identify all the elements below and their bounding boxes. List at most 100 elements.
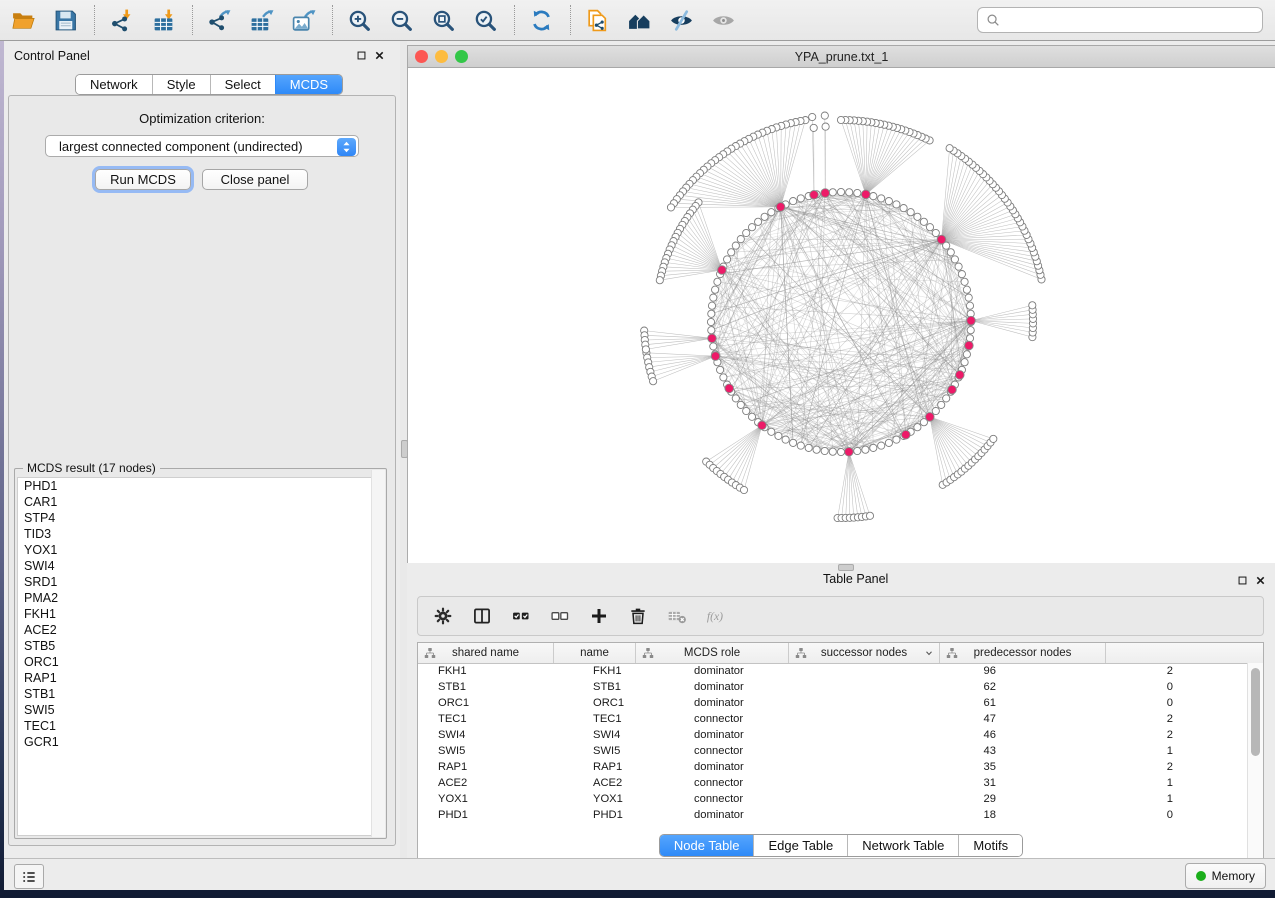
table-row[interactable]: SWI4SWI4dominator462 bbox=[418, 727, 1248, 743]
scrollbar-thumb[interactable] bbox=[1251, 668, 1260, 756]
table-cell: connector bbox=[674, 775, 846, 791]
column-header-predecessor-nodes[interactable]: predecessor nodes bbox=[940, 643, 1106, 663]
zoom-fit-button[interactable] bbox=[428, 5, 458, 35]
list-item[interactable]: SWI5 bbox=[18, 702, 383, 718]
vertical-splitter[interactable] bbox=[400, 41, 407, 858]
list-item[interactable]: PHD1 bbox=[18, 478, 383, 494]
list-item[interactable]: YOX1 bbox=[18, 542, 383, 558]
table-row[interactable]: PHD1PHD1dominator180 bbox=[418, 807, 1248, 823]
column-header-filler bbox=[1106, 643, 1263, 663]
save-icon bbox=[53, 8, 78, 33]
export-network-button[interactable] bbox=[204, 5, 234, 35]
list-item[interactable]: ORC1 bbox=[18, 654, 383, 670]
column-header-shared-name[interactable]: shared name bbox=[418, 643, 554, 663]
shared-column-icon bbox=[424, 647, 436, 659]
list-item[interactable]: STB5 bbox=[18, 638, 383, 654]
network-canvas[interactable] bbox=[408, 68, 1275, 563]
column-header-MCDS-role[interactable]: MCDS role bbox=[636, 643, 789, 663]
show-all-button[interactable] bbox=[708, 5, 738, 35]
table-cell: 1 bbox=[1008, 743, 1185, 759]
table-row[interactable]: STB1STB1dominator620 bbox=[418, 679, 1248, 695]
run-mcds-button[interactable]: Run MCDS bbox=[95, 169, 191, 190]
close-panel-icon[interactable] bbox=[1255, 575, 1266, 586]
list-item[interactable]: SRD1 bbox=[18, 574, 383, 590]
list-item[interactable]: STB1 bbox=[18, 686, 383, 702]
clone-network-button[interactable] bbox=[582, 5, 612, 35]
list-item[interactable]: CAR1 bbox=[18, 494, 383, 510]
table-row[interactable]: ACE2ACE2connector311 bbox=[418, 775, 1248, 791]
network-view[interactable] bbox=[407, 68, 1275, 563]
hide-selected-button[interactable] bbox=[666, 5, 696, 35]
open-button[interactable] bbox=[8, 5, 38, 35]
table-cell: dominator bbox=[674, 807, 846, 823]
memory-button[interactable]: Memory bbox=[1185, 863, 1266, 889]
list-item[interactable]: STP4 bbox=[18, 510, 383, 526]
tab-mcds[interactable]: MCDS bbox=[275, 75, 342, 94]
horizontal-splitter[interactable] bbox=[407, 563, 1275, 570]
list-item[interactable]: SWI4 bbox=[18, 558, 383, 574]
column-label: shared name bbox=[452, 647, 519, 659]
zoom-in-button[interactable] bbox=[344, 5, 374, 35]
add-column-button[interactable] bbox=[588, 606, 609, 627]
import-table-button[interactable] bbox=[148, 5, 178, 35]
import-network-button[interactable] bbox=[106, 5, 136, 35]
table-row[interactable]: RAP1RAP1dominator352 bbox=[418, 759, 1248, 775]
tab-motifs[interactable]: Motifs bbox=[958, 835, 1022, 856]
deselect-all-button[interactable] bbox=[549, 606, 570, 627]
table-cell: 1 bbox=[1008, 775, 1185, 791]
search-box[interactable] bbox=[977, 7, 1263, 33]
tab-network-table[interactable]: Network Table bbox=[847, 835, 958, 856]
table-row[interactable]: TEC1TEC1connector472 bbox=[418, 711, 1248, 727]
list-item[interactable]: TEC1 bbox=[18, 718, 383, 734]
float-panel-icon[interactable] bbox=[356, 50, 367, 61]
tab-edge-table[interactable]: Edge Table bbox=[753, 835, 847, 856]
tab-select[interactable]: Select bbox=[210, 75, 275, 94]
export-image-button[interactable] bbox=[288, 5, 318, 35]
table-cell: FKH1 bbox=[418, 663, 573, 679]
first-neighbors-button[interactable] bbox=[624, 5, 654, 35]
splitter-handle[interactable] bbox=[838, 564, 854, 571]
zoom-out-button[interactable] bbox=[386, 5, 416, 35]
export-table-icon bbox=[249, 8, 274, 33]
column-header-successor-nodes[interactable]: successor nodes bbox=[789, 643, 940, 663]
tab-style[interactable]: Style bbox=[152, 75, 210, 94]
list-item[interactable]: TID3 bbox=[18, 526, 383, 542]
save-button[interactable] bbox=[50, 5, 80, 35]
mcds-list-scrollbar[interactable] bbox=[371, 470, 385, 837]
delete-column-button[interactable] bbox=[627, 606, 648, 627]
list-item[interactable]: RAP1 bbox=[18, 670, 383, 686]
task-history-button[interactable] bbox=[14, 864, 44, 889]
table-options-button[interactable] bbox=[432, 606, 453, 627]
close-panel-icon[interactable] bbox=[374, 50, 385, 61]
delete-table-icon bbox=[667, 606, 687, 626]
table-cell: TEC1 bbox=[418, 711, 573, 727]
zoom-selected-button[interactable] bbox=[470, 5, 500, 35]
network-window-titlebar[interactable]: YPA_prune.txt_1 bbox=[407, 45, 1275, 68]
list-item[interactable]: GCR1 bbox=[18, 734, 383, 750]
table-cell: 96 bbox=[846, 663, 1008, 679]
tab-node-table[interactable]: Node Table bbox=[660, 835, 754, 856]
search-input[interactable] bbox=[1002, 9, 1262, 31]
column-header-name[interactable]: name bbox=[554, 643, 636, 663]
table-cell: 43 bbox=[846, 743, 1008, 759]
tab-network[interactable]: Network bbox=[76, 75, 152, 94]
delete-table-button[interactable] bbox=[666, 606, 687, 627]
refresh-button[interactable] bbox=[526, 5, 556, 35]
table-row[interactable]: SWI5SWI5connector431 bbox=[418, 743, 1248, 759]
list-item[interactable]: PMA2 bbox=[18, 590, 383, 606]
show-columns-button[interactable] bbox=[471, 606, 492, 627]
select-all-button[interactable] bbox=[510, 606, 531, 627]
mcds-result-list[interactable]: PHD1CAR1STP4TID3YOX1SWI4SRD1PMA2FKH1ACE2… bbox=[17, 477, 384, 836]
criterion-dropdown[interactable]: largest connected component (undirected) bbox=[45, 135, 359, 157]
list-item[interactable]: FKH1 bbox=[18, 606, 383, 622]
float-panel-icon[interactable] bbox=[1237, 575, 1248, 586]
export-table-button[interactable] bbox=[246, 5, 276, 35]
table-row[interactable]: YOX1YOX1connector291 bbox=[418, 791, 1248, 807]
optimization-criterion-label: Optimization criterion: bbox=[8, 111, 396, 126]
table-row[interactable]: ORC1ORC1dominator610 bbox=[418, 695, 1248, 711]
close-panel-button[interactable]: Close panel bbox=[202, 169, 308, 190]
function-builder-button[interactable] bbox=[705, 606, 726, 627]
list-item[interactable]: ACE2 bbox=[18, 622, 383, 638]
show-all-icon bbox=[711, 8, 736, 33]
table-row[interactable]: FKH1FKH1dominator962 bbox=[418, 663, 1248, 679]
